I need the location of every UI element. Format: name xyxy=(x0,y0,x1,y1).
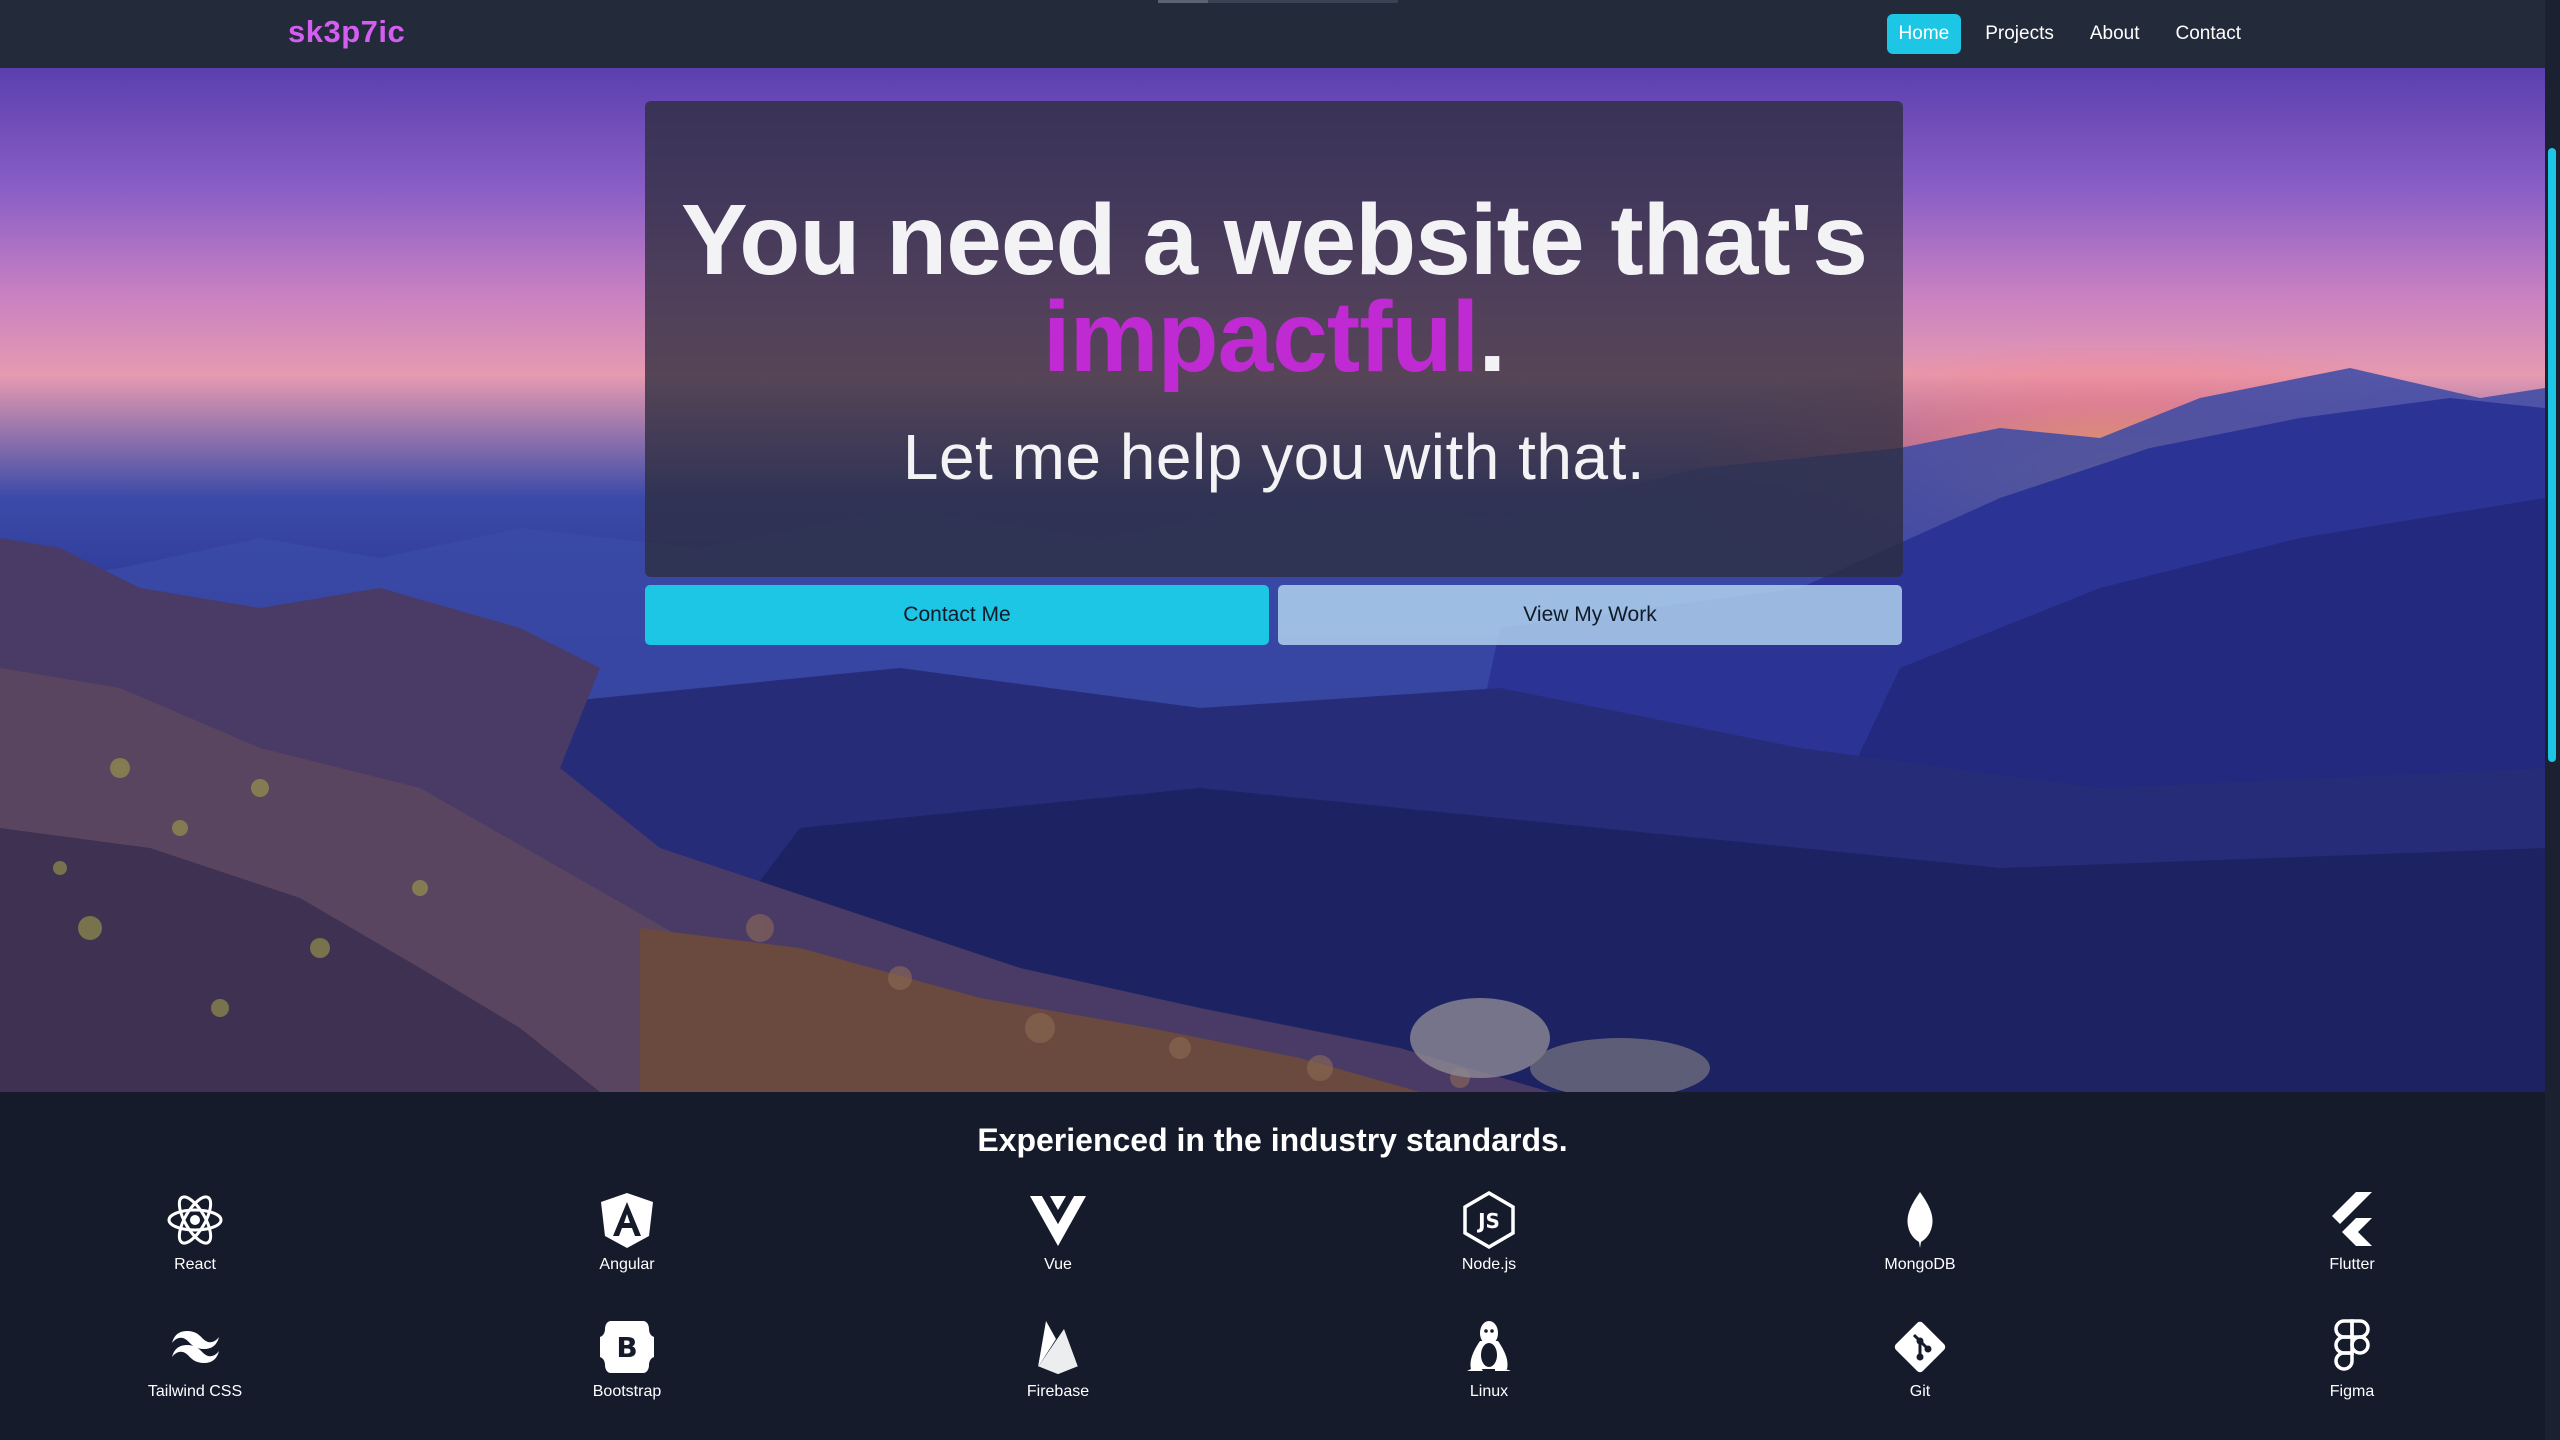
headline-line1: You need a website that's xyxy=(680,184,1868,296)
git-icon xyxy=(1894,1321,1946,1373)
brand-logo[interactable]: sk3p7ic xyxy=(288,14,405,50)
tech-item-angular: Angular xyxy=(527,1190,727,1274)
tech-label: Flutter xyxy=(2329,1256,2375,1273)
bootstrap-icon: B xyxy=(600,1321,654,1373)
tech-item-firebase: Firebase xyxy=(958,1317,1158,1401)
tech-item-mongodb: MongoDB xyxy=(1820,1190,2020,1274)
flutter-icon xyxy=(2332,1192,2372,1246)
tech-item-vue: Vue xyxy=(958,1190,1158,1274)
figma-icon xyxy=(2334,1319,2370,1371)
nav-indicator xyxy=(1158,0,1398,3)
nav-link-home[interactable]: Home xyxy=(1886,14,1962,54)
tech-item-tailwind: Tailwind CSS xyxy=(95,1317,295,1401)
tech-label: Vue xyxy=(1044,1256,1072,1273)
tech-label: Bootstrap xyxy=(592,1383,662,1400)
tech-item-linux: Linux xyxy=(1389,1317,1589,1401)
vue-icon xyxy=(1030,1196,1086,1246)
tech-item-figma: Figma xyxy=(2252,1317,2452,1401)
svg-text:JS: JS xyxy=(1476,1209,1500,1233)
nav-link-contact[interactable]: Contact xyxy=(2164,14,2253,54)
headline-accent: impactful xyxy=(1042,281,1479,393)
tech-item-git: Git xyxy=(1820,1317,2020,1401)
tech-item-flutter: Flutter xyxy=(2252,1190,2452,1274)
skills-section: Experienced in the industry standards. R… xyxy=(0,1092,2545,1440)
skills-title: Experienced in the industry standards. xyxy=(977,1122,1568,1158)
tech-label: Linux xyxy=(1469,1383,1509,1400)
angular-icon xyxy=(601,1193,653,1248)
tech-item-nodejs: JS Node.js xyxy=(1389,1190,1589,1274)
tech-label: MongoDB xyxy=(1884,1256,1956,1273)
tech-label: Git xyxy=(1909,1383,1931,1400)
navbar: sk3p7ic Home Projects About Contact xyxy=(0,0,2545,68)
tech-label: Node.js xyxy=(1461,1256,1517,1273)
hero-subline: Let me help you with that. xyxy=(902,421,1646,493)
tech-item-bootstrap: B Bootstrap xyxy=(527,1317,727,1401)
contact-me-button[interactable]: Contact Me xyxy=(645,585,1269,645)
view-my-work-button[interactable]: View My Work xyxy=(1278,585,1902,645)
nav-links: Home Projects About Contact xyxy=(1886,14,2253,54)
tech-label: Figma xyxy=(2329,1383,2375,1400)
tech-item-react: React xyxy=(95,1190,295,1274)
nodejs-icon: JS xyxy=(1463,1190,1515,1250)
hero-headline: You need a website that's impactful. xyxy=(645,190,1903,387)
tech-label: Angular xyxy=(599,1256,655,1273)
tech-label: React xyxy=(174,1256,216,1273)
headline-period: . xyxy=(1478,281,1506,393)
svg-text:B: B xyxy=(616,1331,637,1364)
linux-icon xyxy=(1467,1321,1511,1371)
scrollbar-thumb[interactable] xyxy=(2548,148,2556,762)
tailwind-icon xyxy=(172,1331,219,1363)
mongodb-icon xyxy=(1907,1192,1933,1248)
nav-link-projects[interactable]: Projects xyxy=(1973,14,2066,54)
tech-label: Tailwind CSS xyxy=(147,1383,243,1400)
react-icon xyxy=(167,1195,223,1245)
hero-card: You need a website that's impactful. Let… xyxy=(645,101,1903,577)
hero-section: You need a website that's impactful. Let… xyxy=(0,68,2545,1092)
tech-label: Firebase xyxy=(1026,1383,1090,1400)
firebase-icon xyxy=(1037,1321,1079,1376)
nav-link-about[interactable]: About xyxy=(2078,14,2152,54)
